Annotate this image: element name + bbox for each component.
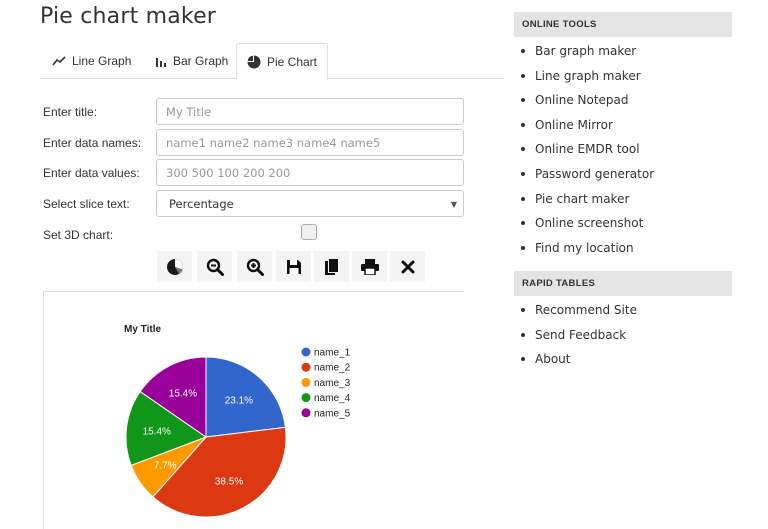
print-icon [360,258,379,275]
sidebar-link[interactable]: Online Mirror [521,118,613,132]
legend-marker [301,377,311,387]
slice-label: 38.5% [215,476,243,487]
bullet-icon [521,245,525,250]
legend-marker [301,393,311,403]
legend-label: name_1 [314,348,351,359]
zoom-out-button[interactable] [197,251,232,282]
bullet-icon [521,49,525,53]
bar-chart-icon [155,56,167,67]
bullet-icon [521,308,525,312]
data-values-label: Enter data values: [43,166,140,180]
copy-button[interactable] [314,251,349,282]
data-names-input[interactable]: name1 name2 name3 name4 name5 [156,129,464,156]
print-button[interactable] [352,251,387,282]
sidebar-link-label: Password generator [535,167,655,181]
sidebar-link[interactable]: Online screenshot [521,216,643,230]
rapid-tables-heading: RAPID TABLES [514,271,732,296]
zoom-in-button[interactable] [237,251,272,282]
chart-title: My Title [124,324,161,335]
legend-marker [301,408,311,418]
tab-label: Pie Chart [266,54,318,69]
sidebar-link-label: Pie chart maker [535,191,630,206]
online-tools-heading: ONLINE TOOLS [514,12,732,37]
slice-text-select[interactable]: Percentage ▼ [156,190,464,217]
chart-type-tabs: Line Graph Bar Graph Pie Chart [40,43,504,80]
zoom-in-icon [246,258,264,276]
sidebar-link-label: Recommend Site [535,303,637,317]
sidebar-link-label: About [535,352,571,367]
threed-checkbox[interactable] [301,224,317,240]
zoom-out-icon [206,258,224,276]
line-chart-icon [52,56,66,66]
sidebar-link-label: Online Mirror [535,117,613,132]
data-names-label: Enter data names: [43,136,142,150]
bullet-icon [521,98,525,103]
bullet-icon [521,172,525,176]
bullet-icon [521,332,525,337]
bullet-icon [521,147,525,152]
sidebar-link[interactable]: Pie chart maker [521,192,629,206]
sidebar-link[interactable]: Online EMDR tool [521,142,640,156]
tab-pie-chart[interactable]: Pie Chart [236,43,328,80]
sidebar-link-label: Line graph maker [535,68,641,83]
chevron-down-icon: ▼ [450,200,457,209]
sidebar-link[interactable]: Online Notepad [521,93,629,107]
slice-label: 23.1% [225,395,253,406]
slice-text-label: Select slice text: [43,197,130,211]
legend-label: name_2 [314,363,351,374]
sidebar-link-label: Online Notepad [535,93,629,108]
slice-label: 15.4% [143,427,171,438]
title-input[interactable]: My Title [156,98,464,125]
page-title: Pie chart maker [40,4,217,29]
save-button[interactable] [276,251,311,282]
slice-label: 7.7% [154,461,177,472]
sidebar-link[interactable]: Send Feedback [521,328,626,342]
sidebar-link[interactable]: Bar graph maker [521,44,636,58]
pie-chart: My Title 23.1% 38.5% 7.7% 15.4% 15.4% name_1na… [124,324,351,518]
legend-label: name_5 [314,408,351,419]
chart-area: My Title 23.1% 38.5% 7.7% 15.4% 15.4% name_1na… [43,291,464,529]
sidebar-link-label: Online screenshot [535,216,644,231]
legend-label: name_3 [314,378,351,389]
copy-icon [324,257,339,275]
close-icon [401,260,414,273]
sidebar-link[interactable]: Recommend Site [521,303,637,317]
pie-draw-icon [166,258,183,275]
sidebar-link-label: Send Feedback [535,327,627,342]
sidebar-link-label: Bar graph maker [535,44,637,58]
slice-text-value: Percentage [169,196,234,211]
save-icon [286,259,301,274]
bullet-icon [521,73,525,78]
tab-bar-graph[interactable]: Bar Graph [155,43,228,79]
sidebar-link[interactable]: About [521,352,570,366]
tab-label: Bar Graph [173,54,229,68]
slice-label: 15.4% [169,389,197,400]
threed-label: Set 3D chart: [43,228,114,242]
bullet-icon [521,196,525,201]
clear-button[interactable] [390,251,425,282]
sidebar-link[interactable]: Line graph maker [521,69,641,83]
sidebar-link-label: Find my location [535,240,634,255]
sidebar-link-label: Online EMDR tool [535,142,640,157]
legend-label: name_4 [314,393,351,404]
bullet-icon [521,357,525,362]
legend-marker [301,362,311,372]
draw-chart-button[interactable] [157,251,192,282]
tab-label: Line Graph [72,54,132,68]
tab-line-graph[interactable]: Line Graph [52,43,131,79]
bullet-icon [521,221,525,226]
sidebar-link[interactable]: Password generator [521,167,654,181]
pie-chart-icon [247,55,261,69]
sidebar-link[interactable]: Find my location [521,241,634,255]
legend-marker [301,347,311,357]
data-values-input[interactable]: 300 500 100 200 200 [156,159,464,186]
bullet-icon [521,122,525,127]
title-label: Enter title: [43,105,98,119]
